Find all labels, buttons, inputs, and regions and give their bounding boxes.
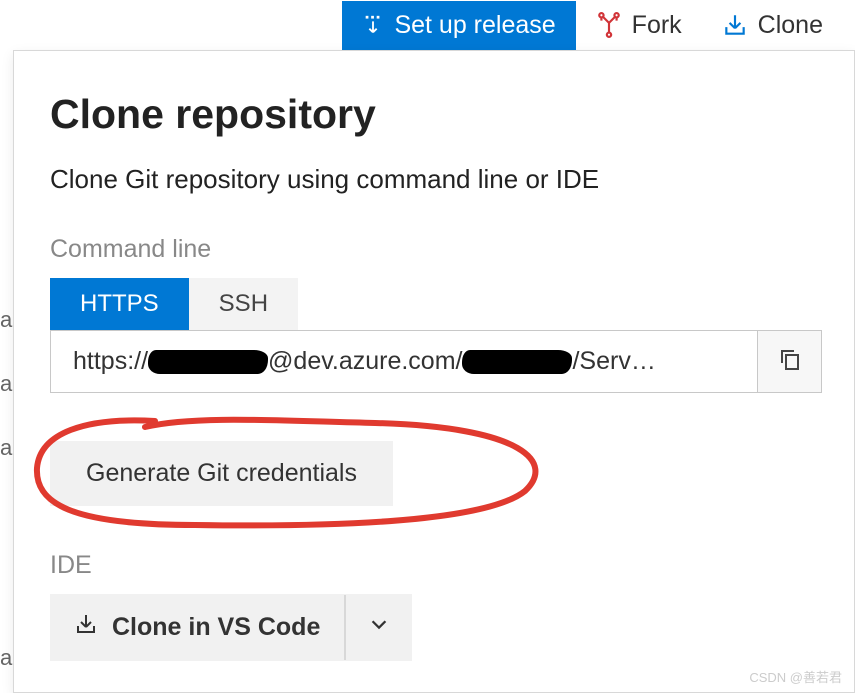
copy-url-button[interactable]	[757, 331, 821, 392]
command-line-label: Command line	[50, 235, 822, 264]
clone-button[interactable]: Clone	[702, 1, 843, 50]
panel-subtitle: Clone Git repository using command line …	[50, 164, 822, 195]
redacted-segment	[462, 350, 572, 374]
clone-url-row: https:// @dev.azure.com/ /Serv…	[50, 330, 822, 393]
top-toolbar: Set up release Fork Clone	[0, 0, 855, 50]
fork-label: Fork	[632, 11, 682, 40]
url-suffix: /Serv…	[572, 347, 655, 376]
clone-in-vscode-button[interactable]: Clone in VS Code	[50, 594, 412, 661]
watermark-text: CSDN @善若君	[749, 667, 842, 686]
download-icon	[74, 612, 98, 643]
tab-ssh[interactable]: SSH	[189, 278, 298, 330]
setup-release-label: Set up release	[394, 11, 555, 40]
panel-title: Clone repository	[50, 91, 822, 138]
clone-ide-dropdown[interactable]	[344, 595, 412, 660]
fork-icon	[596, 12, 622, 38]
chevron-down-icon	[368, 613, 390, 642]
rocket-icon	[362, 14, 384, 36]
ide-label: IDE	[50, 551, 822, 580]
clone-label: Clone	[758, 11, 823, 40]
clone-panel: Clone repository Clone Git repository us…	[13, 50, 855, 693]
protocol-tabs: HTTPS SSH	[50, 278, 822, 330]
clone-in-vscode-main[interactable]: Clone in VS Code	[50, 594, 344, 661]
tab-https[interactable]: HTTPS	[50, 278, 189, 330]
generate-credentials-wrap: Generate Git credentials	[50, 423, 822, 523]
redacted-segment	[148, 350, 268, 374]
fork-button[interactable]: Fork	[576, 1, 702, 50]
url-prefix: https://	[73, 347, 148, 376]
setup-release-button[interactable]: Set up release	[342, 1, 575, 50]
url-mid: @dev.azure.com/	[268, 347, 462, 376]
copy-icon	[778, 347, 802, 376]
clone-in-vscode-label: Clone in VS Code	[112, 613, 320, 642]
generate-credentials-button[interactable]: Generate Git credentials	[50, 441, 393, 506]
clone-url-input[interactable]: https:// @dev.azure.com/ /Serv…	[51, 331, 757, 392]
clone-icon	[722, 12, 748, 38]
